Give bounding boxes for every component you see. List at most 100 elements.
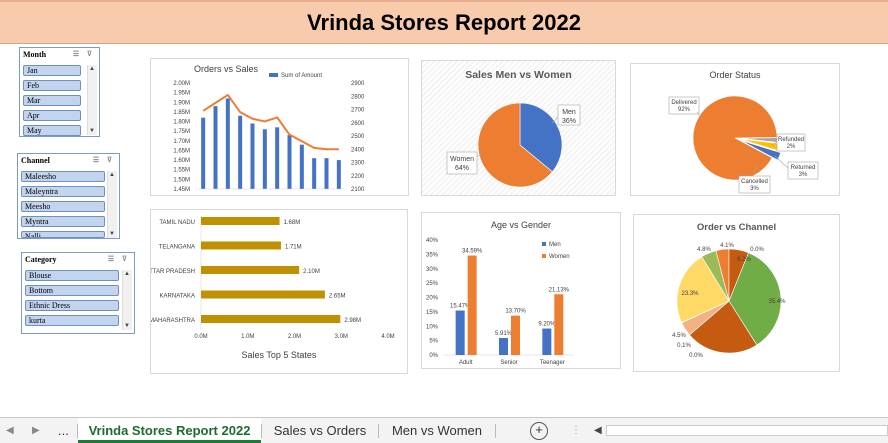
- slicer-item[interactable]: May: [23, 125, 81, 136]
- sales-bar: [213, 106, 218, 189]
- category-slicer-title: Category: [25, 255, 57, 264]
- orders-vs-sales-chart[interactable]: Orders vs Sales Sum of Amount 2.00M 1.95M…: [150, 58, 409, 196]
- y-axis-tick: 15%: [426, 310, 439, 316]
- sales-bar: [238, 115, 243, 189]
- tab-sales-vs-orders[interactable]: Sales vs Orders: [262, 418, 378, 443]
- horizontal-scrollbar[interactable]: [606, 425, 888, 436]
- slicer-item[interactable]: Meesho: [21, 201, 105, 212]
- left-axis-tick: 1.45M: [173, 187, 190, 193]
- y-axis-tick: 40%: [426, 238, 439, 244]
- left-axis-tick: 1.80M: [173, 120, 190, 126]
- channel-percent-label: 0.1%: [677, 343, 691, 349]
- state-bar: [201, 266, 300, 274]
- report-title-banner: Vrinda Stores Report 2022: [0, 0, 888, 44]
- tab-vrinda-stores-report[interactable]: Vrinda Stores Report 2022: [78, 418, 261, 443]
- age-gender-value-label: 34.59%: [462, 249, 483, 255]
- state-value-label: 1.68M: [284, 220, 301, 226]
- slicer-item[interactable]: Ethnic Dress: [25, 300, 119, 311]
- scroll-down-icon[interactable]: ▼: [89, 128, 95, 134]
- y-axis-tick: 5%: [429, 339, 438, 345]
- y-axis-tick: 25%: [426, 281, 439, 287]
- right-axis-tick: 2900: [351, 81, 365, 87]
- order-status-plot: Delivered92%Refunded2%Returned3%Cancelle…: [668, 95, 819, 194]
- scroll-up-icon[interactable]: ▲: [124, 271, 130, 277]
- orders-vs-sales-plot: Sum of Amount 2.00M 1.95M 1.90M 1.85M 1.80M 1…: [173, 73, 365, 193]
- tab-scroll-left-icon[interactable]: ◀: [6, 418, 14, 443]
- y-axis-tick: 30%: [426, 267, 439, 273]
- tab-more[interactable]: ...: [58, 418, 69, 443]
- slicer-scrollbar[interactable]: ▲ ▼: [107, 171, 117, 238]
- legend-label: Women: [549, 254, 570, 260]
- tab-men-vs-women[interactable]: Men vs Women: [379, 418, 495, 443]
- left-axis-tick: 1.65M: [173, 148, 190, 154]
- state-category-label: KARNATAKA: [160, 294, 195, 300]
- age-gender-bar: [554, 294, 564, 355]
- tab-options-icon[interactable]: ⋮: [571, 418, 581, 443]
- scroll-down-icon[interactable]: ▼: [109, 231, 115, 237]
- category-slicer[interactable]: Category ☰ ⊽ Blouse Bottom Ethnic Dress …: [21, 252, 135, 334]
- legend-swatch: [542, 254, 546, 258]
- age-category-label: Adult: [459, 360, 473, 366]
- slicer-item[interactable]: Mar: [23, 95, 81, 106]
- slicer-item[interactable]: Maleesho: [21, 171, 105, 182]
- left-axis-tick: 1.70M: [173, 139, 190, 145]
- x-axis-tick: 2.0M: [288, 334, 301, 340]
- tab-scroll-right-icon[interactable]: ▶: [32, 418, 40, 443]
- age-category-label: Teenager: [540, 360, 565, 366]
- age-gender-value-label: 9.20%: [538, 322, 556, 328]
- x-axis-tick: 1.0M: [241, 334, 254, 340]
- channel-slicer-title: Channel: [21, 156, 50, 165]
- slicer-scrollbar[interactable]: ▲ ▼: [122, 270, 132, 330]
- y-axis-tick: 10%: [426, 324, 439, 330]
- slicer-item[interactable]: Maleyntra: [21, 186, 105, 197]
- state-value-label: 2.65M: [329, 294, 346, 300]
- scroll-up-icon[interactable]: ▲: [109, 172, 115, 178]
- right-axis-tick: 2400: [351, 147, 365, 153]
- slicer-item[interactable]: Nalli: [21, 231, 105, 238]
- slicer-filter-icons[interactable]: ☰ ⊽: [108, 255, 130, 263]
- status-percent-label: 3%: [799, 172, 808, 178]
- top-states-chart[interactable]: TAMIL NADU 1.68M TELANGANA 1.71M UTTAR PRADE…: [150, 209, 408, 374]
- left-axis-tick: 2.00M: [173, 81, 190, 87]
- slicer-filter-icons[interactable]: ☰ ⊽: [93, 156, 115, 164]
- women-category-label: Women: [450, 156, 474, 163]
- slicer-item[interactable]: Apr: [23, 110, 81, 121]
- order-channel-chart[interactable]: Order vs Channel 35.4% 4.5% 0.1% 0.0% 23.3% 4…: [633, 214, 840, 372]
- age-gender-chart[interactable]: Age vs Gender 40% 35% 30% 25% 20% 15% 10% 5% 0% 1…: [421, 212, 621, 369]
- order-status-chart[interactable]: Order Status Delivered 92% Refunded 2% Retur…: [630, 63, 840, 196]
- slicer-item[interactable]: Feb: [23, 80, 81, 91]
- month-slicer-title: Month: [23, 50, 47, 59]
- women-percent-label: 64%: [455, 165, 469, 172]
- channel-percent-label: 6.2%: [737, 257, 751, 263]
- x-axis-tick: 3.0M: [335, 334, 348, 340]
- sales-bar: [324, 158, 329, 189]
- slicer-item[interactable]: Jan: [23, 65, 81, 76]
- state-bar: [201, 290, 325, 299]
- slicer-filter-icons[interactable]: ☰ ⊽: [73, 50, 95, 58]
- slicer-item[interactable]: Bottom: [25, 285, 119, 296]
- channel-percent-label: 4.8%: [697, 247, 711, 253]
- right-axis-tick: 2800: [351, 94, 365, 100]
- scroll-up-icon[interactable]: ▲: [89, 66, 95, 72]
- month-slicer[interactable]: Month ☰ ⊽ Jan Feb Mar Apr May ▲ ▼: [19, 47, 100, 137]
- left-axis-tick: 1.95M: [173, 91, 190, 97]
- channel-percent-label: 0.0%: [689, 353, 703, 359]
- y-axis-tick: 35%: [426, 252, 439, 258]
- right-axis-tick: 2500: [351, 134, 365, 140]
- age-gender-bar: [467, 255, 477, 355]
- sales-men-women-chart[interactable]: Sales Men vs Women Men 36% Women 64%: [421, 60, 616, 196]
- slicer-item[interactable]: Blouse: [25, 270, 119, 281]
- sales-bar: [250, 123, 255, 189]
- sales-bar: [201, 117, 206, 189]
- sheet-tab-bar: ◀ ▶ ... Vrinda Stores Report 2022 Sales …: [0, 417, 888, 443]
- state-value-label: 2.10M: [303, 269, 320, 275]
- slicer-scrollbar[interactable]: ▲ ▼: [87, 65, 97, 135]
- slicer-item[interactable]: kurta: [25, 315, 119, 326]
- age-gender-bar: [511, 315, 520, 355]
- right-axis-tick: 2600: [351, 121, 365, 127]
- channel-slicer[interactable]: Channel ☰ ⊽ Maleesho Maleyntra Meesho My…: [17, 153, 120, 239]
- hscroll-left-icon[interactable]: ◀: [594, 418, 602, 443]
- slicer-item[interactable]: Myntra: [21, 216, 105, 227]
- add-sheet-icon[interactable]: +: [530, 422, 548, 440]
- scroll-down-icon[interactable]: ▼: [124, 323, 130, 329]
